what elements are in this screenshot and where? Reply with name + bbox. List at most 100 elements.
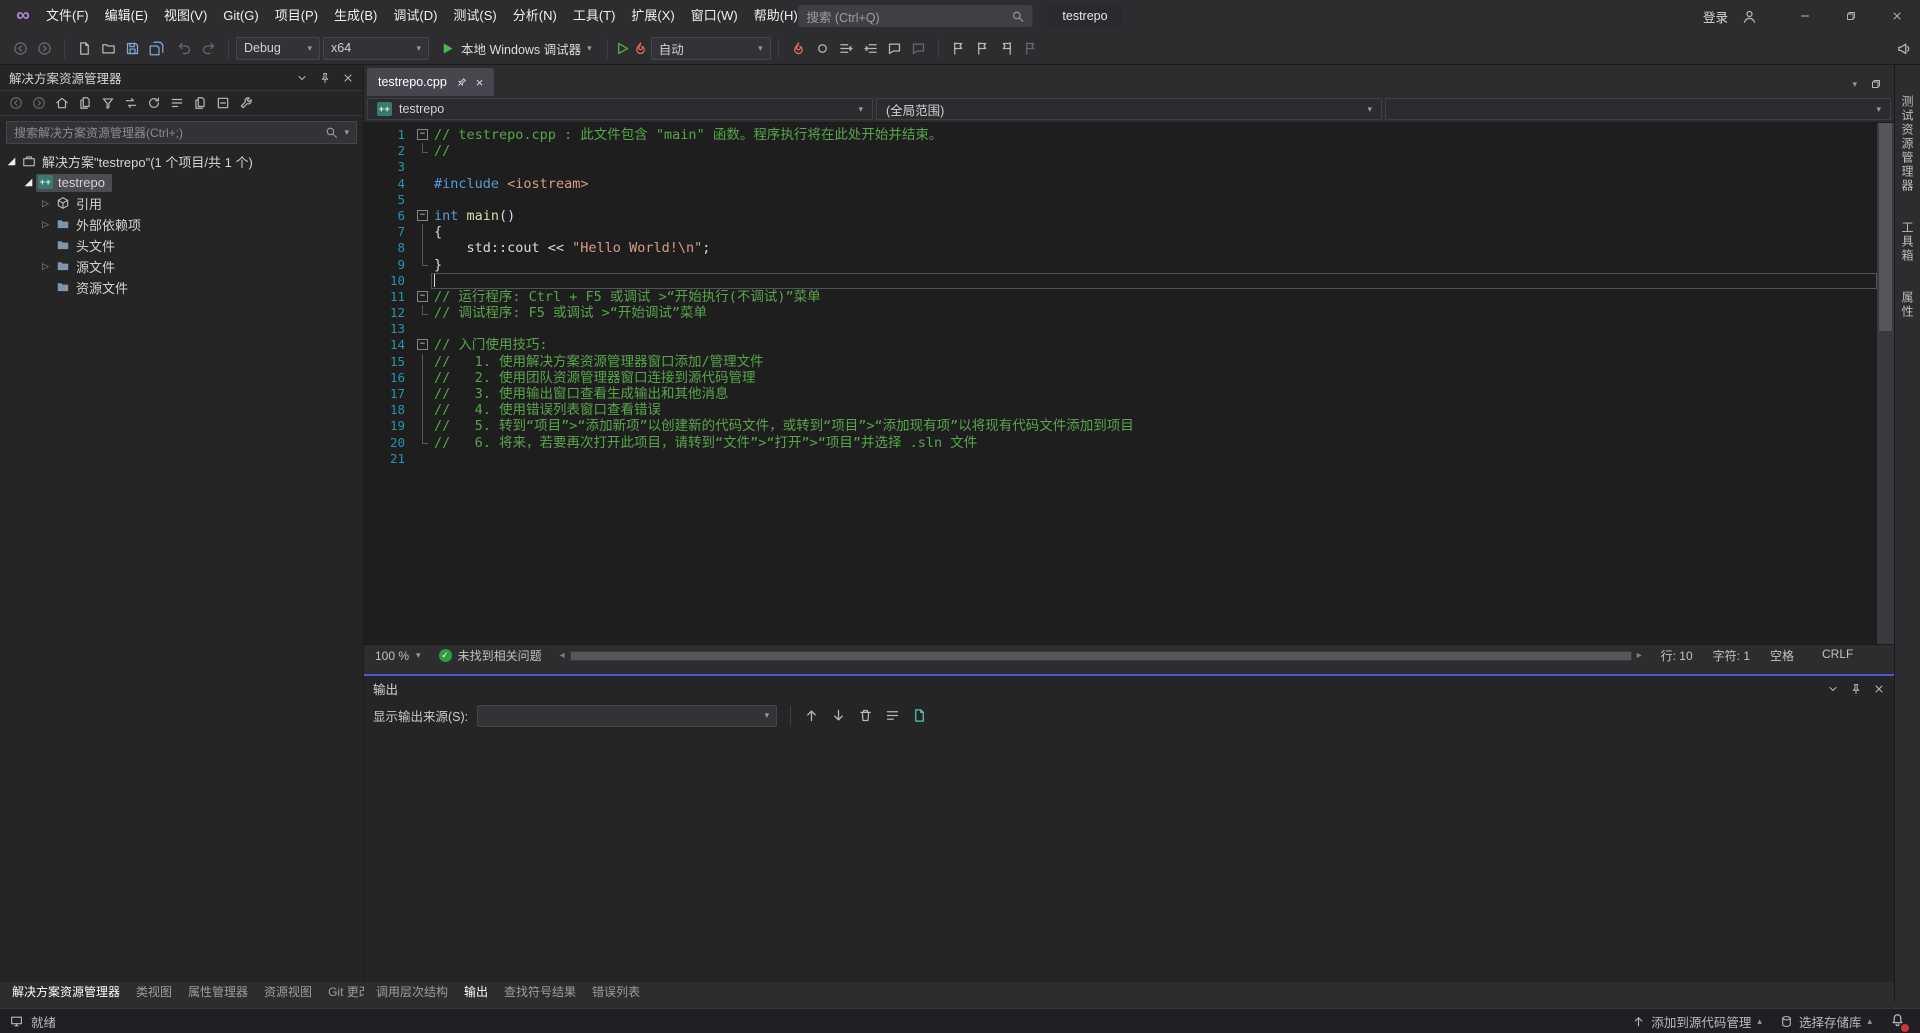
right-dock-tab[interactable]: 测试资源管理器 [1899, 95, 1916, 193]
account-avatar[interactable] [1738, 5, 1760, 27]
hot-reload-icon[interactable] [633, 41, 648, 56]
sign-in-button[interactable]: 登录 [1703, 7, 1728, 26]
close-tab-icon[interactable]: × [476, 76, 484, 89]
tree-node[interactable]: ▷源文件 [0, 256, 363, 277]
code-line-8[interactable]: 8 std::cout << "Hello World!\n"; [364, 240, 1877, 256]
notifications-button[interactable] [1890, 1012, 1910, 1030]
goto-previous-message-icon[interactable] [804, 708, 819, 723]
collapsed-arrow-icon[interactable]: ▷ [38, 261, 53, 272]
menu-file[interactable]: 文件(F) [38, 0, 97, 32]
code-line-14[interactable]: 14−// 入门使用技巧: [364, 337, 1877, 353]
panel-tab[interactable]: 解决方案资源管理器 [5, 982, 127, 1002]
panel-splitter[interactable] [364, 666, 1894, 674]
comment-selection-icon[interactable] [887, 41, 902, 56]
word-wrap-icon[interactable] [885, 708, 900, 723]
collapsed-arrow-icon[interactable]: ▷ [38, 198, 53, 209]
navigate-forward-icon[interactable] [37, 41, 52, 56]
panel-tab[interactable]: 属性管理器 [181, 982, 255, 1002]
pin-icon[interactable] [1850, 683, 1862, 695]
scroll-right-icon[interactable]: ▸ [1632, 650, 1647, 661]
fold-collapse-icon[interactable]: − [417, 339, 428, 350]
project-dropdown[interactable]: ++ testrepo ▾ [367, 98, 873, 120]
open-in-editor-icon[interactable] [912, 708, 927, 723]
scrollbar-thumb[interactable] [1879, 123, 1892, 331]
close-icon[interactable] [342, 72, 354, 84]
menu-git[interactable]: Git(G) [215, 0, 266, 32]
next-bookmark-icon[interactable] [999, 41, 1014, 56]
code-line-5[interactable]: 5 [364, 192, 1877, 208]
quick-search-box[interactable]: 搜索 (Ctrl+Q) [798, 5, 1032, 27]
code-line-6[interactable]: 6−int main() [364, 208, 1877, 224]
pending-changes-filter-icon[interactable] [101, 96, 115, 110]
expanded-arrow-icon[interactable]: ◢ [4, 156, 19, 167]
column-indicator[interactable]: 字符: 1 [1703, 647, 1760, 664]
zoom-dropdown[interactable]: 100 % ▾ [366, 649, 430, 663]
tree-node[interactable]: ◢解决方案"testrepo"(1 个项目/共 1 个) [0, 151, 363, 172]
redo-icon[interactable] [201, 41, 216, 56]
indent-increase-icon[interactable] [863, 41, 878, 56]
tree-node[interactable]: ▷引用 [0, 193, 363, 214]
save-icon[interactable] [125, 41, 140, 56]
show-all-files-icon[interactable] [193, 96, 207, 110]
code-line-13[interactable]: 13 [364, 321, 1877, 337]
back-icon[interactable] [9, 96, 23, 110]
panel-tab[interactable]: 查找符号结果 [497, 982, 583, 1002]
close-icon[interactable] [1873, 683, 1885, 695]
menu-test[interactable]: 测试(S) [445, 0, 504, 32]
solution-explorer-header[interactable]: 解决方案资源管理器 [0, 65, 363, 90]
open-file-icon[interactable] [101, 41, 116, 56]
toggle-breakpoint-icon[interactable] [815, 41, 830, 56]
navigate-backward-icon[interactable] [13, 41, 28, 56]
panel-tab[interactable]: 类视图 [129, 982, 179, 1002]
tree-node[interactable]: ◢++testrepo [0, 172, 363, 193]
collapsed-arrow-icon[interactable]: ▷ [38, 219, 53, 230]
menu-extensions[interactable]: 扩展(X) [623, 0, 682, 32]
panel-tab[interactable]: 资源视图 [257, 982, 319, 1002]
fold-collapse-icon[interactable]: − [417, 291, 428, 302]
expanded-arrow-icon[interactable]: ◢ [21, 177, 36, 188]
code-line-9[interactable]: 9} [364, 257, 1877, 273]
code-line-2[interactable]: 2// [364, 143, 1877, 159]
horizontal-scrollbar-track[interactable] [570, 651, 1632, 661]
horizontal-scrollbar[interactable]: ◂ ▸ [555, 650, 1647, 661]
code-area[interactable]: 1−// testrepo.cpp : 此文件包含 "main" 函数。程序执行… [364, 123, 1877, 644]
code-line-4[interactable]: 4#include <iostream> [364, 176, 1877, 192]
solution-explorer-search-box[interactable]: 搜索解决方案资源管理器(Ctrl+;) ▾ [6, 121, 357, 144]
panel-tab[interactable]: 输出 [457, 982, 495, 1002]
collapse-all-icon[interactable] [216, 96, 230, 110]
code-line-19[interactable]: 19// 5. 转到“项目”>“添加新项”以创建新的代码文件，或转到“项目”>“… [364, 418, 1877, 434]
save-all-icon[interactable] [149, 41, 164, 56]
code-editor[interactable]: 1−// testrepo.cpp : 此文件包含 "main" 函数。程序执行… [364, 123, 1894, 644]
scrollbar-thumb[interactable] [571, 652, 1631, 660]
background-tasks-button[interactable] [10, 1015, 23, 1028]
toggle-bookmark-icon[interactable] [951, 41, 966, 56]
refresh-icon[interactable] [147, 96, 161, 110]
select-repository-button[interactable]: 选择存储库 ▴ [1780, 1012, 1872, 1031]
previous-bookmark-icon[interactable] [975, 41, 990, 56]
code-line-3[interactable]: 3 [364, 159, 1877, 175]
minimize-button[interactable] [1782, 0, 1828, 32]
menu-tools[interactable]: 工具(T) [565, 0, 624, 32]
fold-collapse-icon[interactable]: − [417, 129, 428, 140]
close-button[interactable] [1874, 0, 1920, 32]
clear-bookmarks-icon[interactable] [1023, 41, 1038, 56]
properties-icon[interactable] [239, 96, 253, 110]
goto-next-message-icon[interactable] [831, 708, 846, 723]
menu-build[interactable]: 生成(B) [326, 0, 385, 32]
code-line-1[interactable]: 1−// testrepo.cpp : 此文件包含 "main" 函数。程序执行… [364, 127, 1877, 143]
menu-edit[interactable]: 编辑(E) [97, 0, 156, 32]
line-ending-indicator[interactable]: CRLF [1812, 647, 1864, 664]
pin-tab-icon[interactable] [454, 74, 470, 90]
sync-with-active-document-icon[interactable] [124, 96, 138, 110]
scope-dropdown[interactable]: (全局范围) ▾ [876, 98, 1382, 120]
code-line-20[interactable]: 20// 6. 将来，若要再次打开此项目，请转到“文件”>“打开”>“项目”并选… [364, 435, 1877, 451]
undo-icon[interactable] [177, 41, 192, 56]
platform-dropdown[interactable]: x64▾ [323, 37, 429, 60]
output-header[interactable]: 输出 [364, 676, 1894, 701]
window-position-icon[interactable] [296, 72, 308, 84]
chevron-down-icon[interactable]: ▾ [344, 128, 349, 137]
code-line-21[interactable]: 21 [364, 451, 1877, 467]
menu-view[interactable]: 视图(V) [156, 0, 215, 32]
search-icon[interactable] [1011, 10, 1024, 23]
fold-collapse-icon[interactable]: − [417, 210, 428, 221]
